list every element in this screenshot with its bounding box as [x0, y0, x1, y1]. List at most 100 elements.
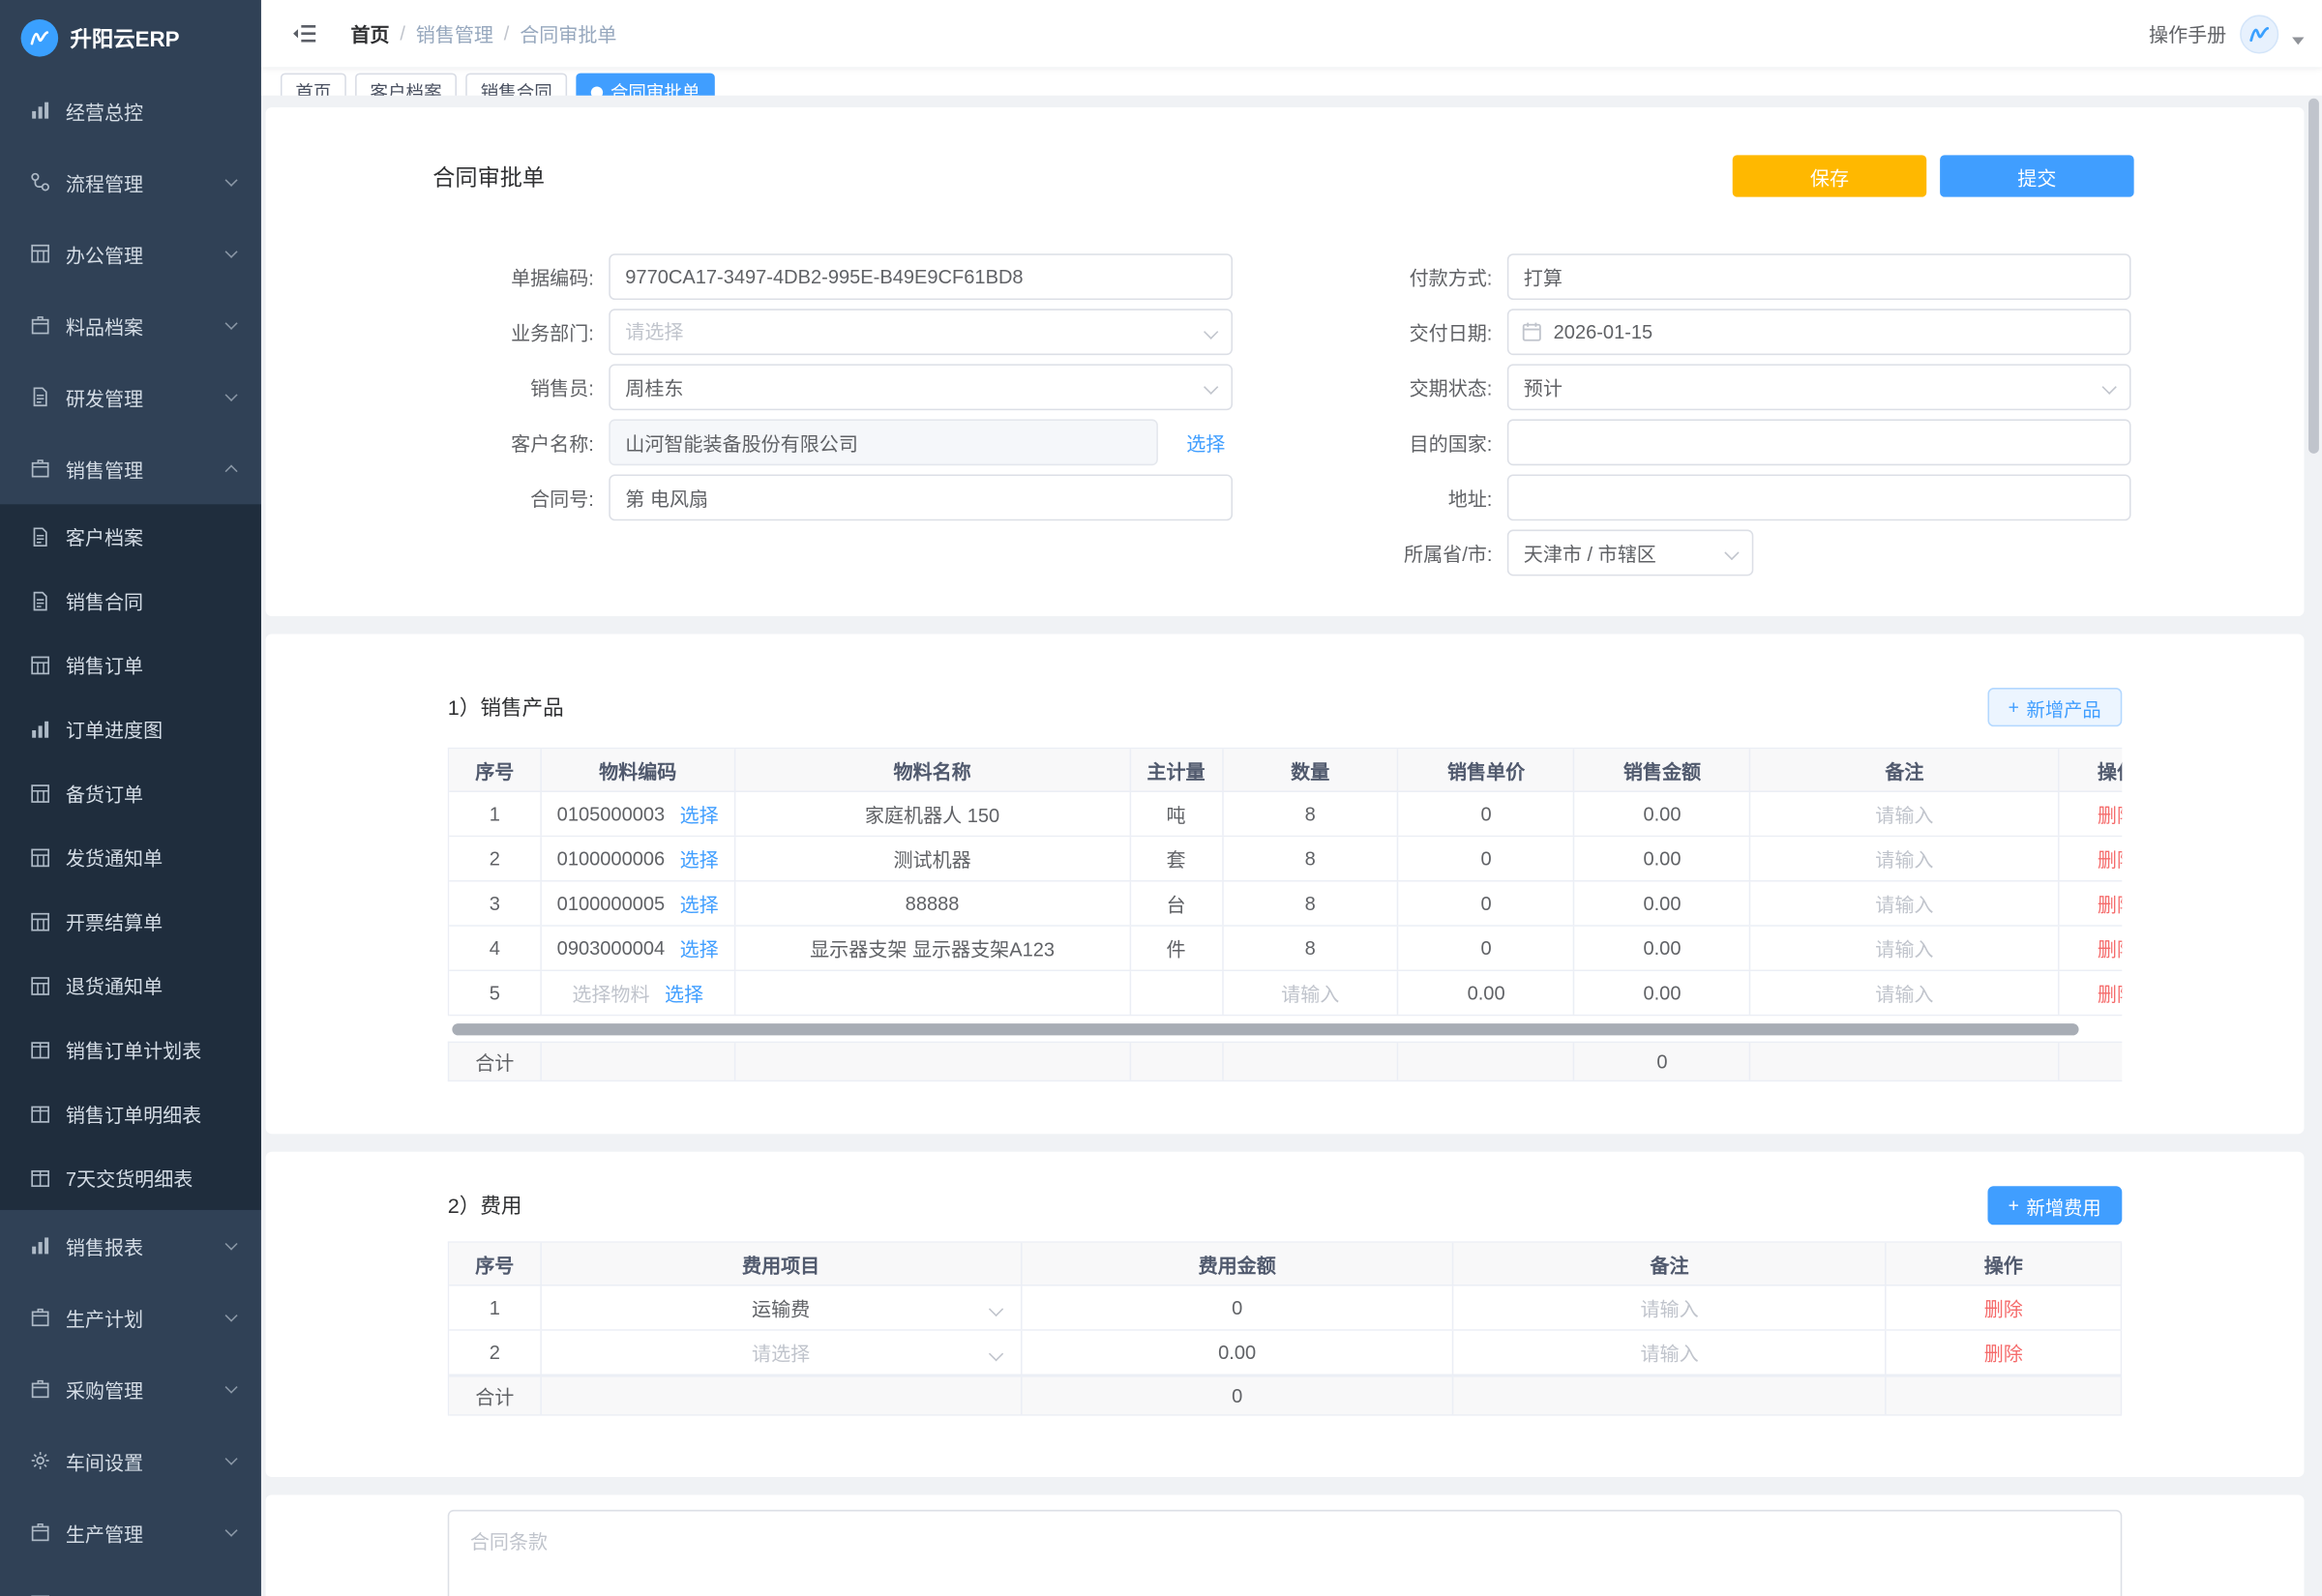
chevron-down-icon [225, 317, 238, 330]
cell-expense-amount[interactable]: 0.00 [1022, 1331, 1454, 1374]
box-icon [30, 314, 51, 336]
sidebar-item-sales-mgmt[interactable]: 销售管理 [0, 432, 261, 504]
delete-row-link[interactable]: 删除 [2098, 844, 2122, 872]
sidebar-item-sales-order-detail[interactable]: 销售订单明细表 [0, 1081, 261, 1145]
cell-price[interactable]: 0 [1399, 792, 1575, 836]
sidebar-item-sales-contract[interactable]: 销售合同 [0, 569, 261, 633]
sidebar-item-production-plan[interactable]: 生产计划 [0, 1282, 261, 1353]
expenses-section-title: 2）费用 [448, 1191, 522, 1221]
sidebar-item-workshop-board[interactable]: 车间看板 [0, 1568, 261, 1596]
payment-field [1507, 253, 2131, 300]
province-select-input[interactable] [1507, 530, 1753, 576]
cell-qty[interactable]: 8 [1223, 927, 1399, 970]
delete-row-link[interactable]: 删除 [2098, 934, 2122, 962]
cell-note[interactable]: 请输入 [1751, 837, 2060, 880]
sidebar-item-customer-files[interactable]: 客户档案 [0, 504, 261, 568]
sidebar-item-order-progress[interactable]: 订单进度图 [0, 696, 261, 760]
add-expense-button[interactable]: + 新增费用 [1987, 1186, 2122, 1225]
contract-no-input[interactable] [609, 474, 1233, 520]
sidebar-item-business-overview[interactable]: 经营总控 [0, 74, 261, 146]
cell-price[interactable]: 0 [1399, 837, 1575, 880]
cell-note[interactable]: 请输入 [1751, 882, 2060, 926]
manual-link[interactable]: 操作手册 [2149, 19, 2226, 47]
sidebar-item-sales-order-plan[interactable]: 销售订单计划表 [0, 1018, 261, 1081]
code-placeholder: 选择物料 [572, 979, 649, 1007]
choose-customer-link[interactable]: 选择 [1186, 429, 1225, 457]
sidebar-item-process-mgmt[interactable]: 流程管理 [0, 146, 261, 218]
sidebar-item-sales-report[interactable]: 销售报表 [0, 1210, 261, 1282]
grid-icon [30, 975, 51, 996]
horizontal-scrollbar[interactable] [448, 1023, 2123, 1035]
select-material-link[interactable]: 选择 [680, 800, 719, 828]
cell-note[interactable]: 请输入 [1751, 971, 2060, 1015]
delivery-date-input[interactable] [1507, 309, 2131, 355]
grid-icon [30, 911, 51, 932]
select-material-link[interactable]: 选择 [680, 889, 719, 917]
breadcrumb-sales-mgmt[interactable]: 销售管理 [416, 19, 493, 47]
cell-note[interactable]: 请输入 [1751, 792, 2060, 836]
cell-price[interactable]: 0 [1399, 882, 1575, 926]
avatar[interactable] [2240, 15, 2278, 53]
delete-row-link[interactable]: 删除 [2098, 979, 2122, 1007]
doc-code-input[interactable] [609, 253, 1233, 300]
sidebar-item-7day-delivery-detail[interactable]: 7天交货明细表 [0, 1146, 261, 1210]
delete-row-link[interactable]: 删除 [2098, 889, 2122, 917]
sidebar-item-purchase-mgmt[interactable]: 采购管理 [0, 1353, 261, 1425]
cell-qty[interactable]: 8 [1223, 792, 1399, 836]
select-material-link[interactable]: 选择 [665, 979, 703, 1007]
cell-expense-amount[interactable]: 0 [1022, 1286, 1454, 1330]
cell-qty[interactable]: 8 [1223, 882, 1399, 926]
save-button[interactable]: 保存 [1733, 155, 1927, 196]
qty-placeholder: 请输入 [1281, 979, 1339, 1007]
salesman-select-input[interactable] [609, 364, 1233, 410]
add-product-button[interactable]: + 新增产品 [1987, 688, 2122, 726]
cell-note[interactable]: 请输入 [1454, 1286, 1887, 1330]
customer-input[interactable] [609, 419, 1158, 465]
cell-qty[interactable]: 请输入 [1223, 971, 1399, 1015]
sidebar-item-material-archive[interactable]: 料品档案 [0, 289, 261, 361]
sidebar-item-stock-order[interactable]: 备货订单 [0, 761, 261, 825]
delivery-status-input[interactable] [1507, 364, 2131, 410]
cell-note[interactable]: 请输入 [1751, 927, 2060, 970]
breadcrumb: 首页 / 销售管理 / 合同审批单 [350, 19, 616, 47]
sidebar-item-rd-mgmt[interactable]: 研发管理 [0, 361, 261, 432]
cell-index: 4 [449, 927, 542, 970]
cell-expense-item[interactable]: 运输费 [542, 1286, 1022, 1330]
address-field [1507, 474, 2131, 520]
sidebar-item-production-mgmt[interactable]: 生产管理 [0, 1496, 261, 1568]
delete-row-link[interactable]: 删除 [1984, 1339, 2023, 1367]
sidebar-item-sales-order[interactable]: 销售订单 [0, 633, 261, 696]
select-material-link[interactable]: 选择 [680, 844, 719, 872]
cell-price[interactable]: 0.00 [1399, 971, 1575, 1015]
sidebar-item-office-mgmt[interactable]: 办公管理 [0, 218, 261, 289]
scrollbar-thumb[interactable] [452, 1023, 2078, 1035]
dept-select-input[interactable] [609, 309, 1233, 355]
sidebar-item-delivery-notice[interactable]: 发货通知单 [0, 825, 261, 889]
delete-row-link[interactable]: 删除 [2098, 800, 2122, 828]
cell-qty[interactable]: 8 [1223, 837, 1399, 880]
dest-country-input[interactable] [1507, 419, 2131, 465]
total-amount: 0 [1575, 1043, 1751, 1080]
cell-unit: 吨 [1131, 792, 1224, 836]
delete-row-link[interactable]: 删除 [1984, 1293, 2023, 1321]
payment-input[interactable] [1507, 253, 2131, 300]
sidebar-item-workshop-settings[interactable]: 车间设置 [0, 1425, 261, 1496]
cell-note[interactable]: 请输入 [1454, 1331, 1887, 1374]
chevron-down-icon [225, 174, 238, 187]
product-row: 4 0903000004 选择 显示器支架 显示器支架A123 件 8 0 0.… [449, 927, 2122, 971]
app-logo[interactable]: 升阳云ERP [0, 0, 261, 74]
vertical-scrollbar[interactable] [2308, 99, 2319, 454]
sidebar-item-invoice-settlement[interactable]: 开票结算单 [0, 889, 261, 953]
cell-price[interactable]: 0 [1399, 927, 1575, 970]
submit-button[interactable]: 提交 [1940, 155, 2134, 196]
header-cell: 销售金额 [1575, 749, 1751, 790]
hamburger-icon[interactable] [291, 21, 318, 45]
breadcrumb-home[interactable]: 首页 [350, 19, 389, 47]
cell-expense-item[interactable]: 请选择 [542, 1331, 1022, 1374]
caret-down-icon[interactable] [2292, 37, 2304, 44]
select-material-link[interactable]: 选择 [680, 934, 719, 962]
address-input[interactable] [1507, 474, 2131, 520]
cell-amount: 0.00 [1575, 882, 1751, 926]
sidebar-item-return-notice[interactable]: 退货通知单 [0, 954, 261, 1018]
contract-terms-textarea[interactable] [448, 1510, 2123, 1596]
